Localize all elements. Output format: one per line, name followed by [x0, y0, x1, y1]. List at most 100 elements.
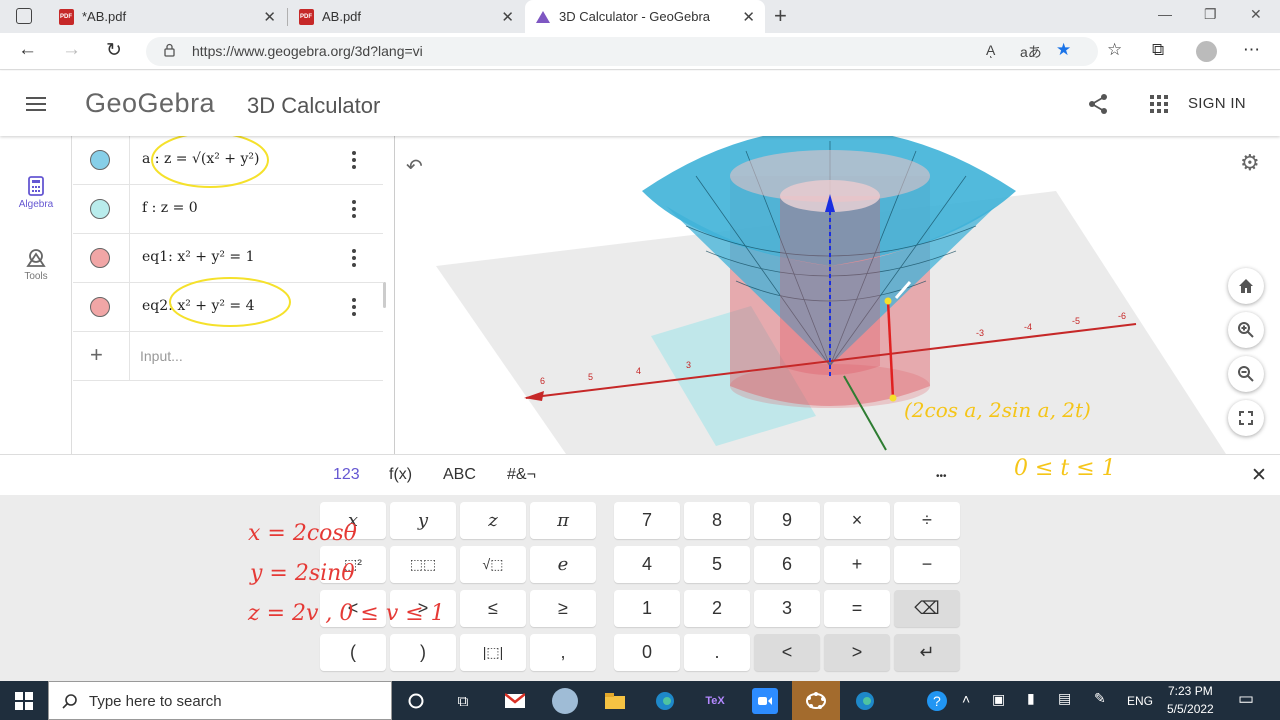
profile-avatar[interactable] [1196, 41, 1217, 62]
gmail-icon[interactable] [502, 688, 528, 714]
close-icon[interactable]: ✕ [501, 8, 514, 26]
notifications-icon[interactable]: ▭ [1238, 689, 1254, 709]
add-icon[interactable]: + [90, 342, 103, 368]
tab-symbols[interactable]: #&¬ [507, 466, 536, 484]
key-power[interactable]: ⬚⬚ [390, 546, 456, 583]
zoom-in-button[interactable] [1228, 312, 1264, 348]
3d-scene[interactable]: 6 5 4 3 -3 -4 -5 -6 [396, 136, 1280, 454]
windows-start-icon[interactable] [15, 692, 33, 710]
tab-123[interactable]: 123 [333, 466, 360, 484]
battery-icon[interactable]: ▮ [1027, 690, 1035, 707]
tab-abc[interactable]: ABC [443, 466, 476, 484]
url-field[interactable]: https://www.geogebra.org/3d?lang=vi Aͅ a… [146, 37, 1098, 66]
close-icon[interactable]: ✕ [742, 8, 755, 26]
favorite-star-icon[interactable]: ★ [1056, 40, 1071, 60]
key-2[interactable]: 2 [684, 590, 750, 627]
algebra-input-row[interactable]: + Input... [73, 332, 383, 381]
key-open-paren[interactable]: ( [320, 634, 386, 671]
key-abs[interactable]: |⬚| [460, 634, 526, 671]
language-indicator[interactable]: ENG [1127, 694, 1153, 708]
expression[interactable]: eq2: x² + y² = 4 [142, 298, 255, 314]
zoom-out-button[interactable] [1228, 356, 1264, 392]
more-icon[interactable]: ⋯ [1243, 40, 1260, 60]
key-8[interactable]: 8 [684, 502, 750, 539]
sidebar-item-tools[interactable]: Tools [0, 248, 72, 282]
key-z[interactable]: z [460, 502, 526, 539]
read-aloud-icon[interactable]: Aͅ [986, 42, 995, 58]
undo-icon[interactable]: ↶ [406, 154, 423, 179]
restore-icon[interactable]: ❐ [1204, 6, 1217, 23]
key-3[interactable]: 3 [754, 590, 820, 627]
key-decimal[interactable]: . [684, 634, 750, 671]
refresh-icon[interactable]: ↻ [106, 39, 122, 62]
key-e[interactable]: e [530, 546, 596, 583]
key-greater-equal[interactable]: ≥ [530, 590, 596, 627]
row-menu-icon[interactable] [352, 151, 356, 169]
pen-icon[interactable]: ✎ [1094, 690, 1106, 707]
forward-icon[interactable]: → [62, 39, 81, 61]
share-icon[interactable] [1087, 93, 1109, 115]
tex-icon[interactable]: TeX [702, 688, 728, 714]
visibility-toggle[interactable] [90, 150, 110, 170]
graphics-3d-view[interactable]: 6 5 4 3 -3 -4 -5 -6 ↶ ⚙ (2cos a, 2sin a,… [396, 136, 1280, 454]
key-4[interactable]: 4 [614, 546, 680, 583]
key-close-paren[interactable]: ) [390, 634, 456, 671]
more-keys-button[interactable]: ••• [936, 471, 947, 482]
settings-gear-icon[interactable]: ⚙ [1240, 150, 1260, 176]
close-keyboard-button[interactable]: ✕ [1251, 464, 1267, 487]
sidebar-item-algebra[interactable]: Algebra [0, 176, 72, 210]
tray-expand-icon[interactable]: ˄ [962, 691, 970, 707]
tab-geogebra[interactable]: 3D Calculator - GeoGebra ✕ [525, 0, 765, 33]
key-less-equal[interactable]: ≤ [460, 590, 526, 627]
sign-in-button[interactable]: SIGN IN [1188, 95, 1246, 112]
apps-grid-icon[interactable] [1150, 95, 1168, 113]
geogebra-taskbar-icon[interactable] [792, 681, 840, 720]
algebra-row-eq2[interactable]: eq2: x² + y² = 4 [73, 283, 383, 332]
expression[interactable]: eq1: x² + y² = 1 [142, 249, 255, 265]
tab-ab-pdf[interactable]: PDF AB.pdf ✕ [288, 0, 524, 33]
key-5[interactable]: 5 [684, 546, 750, 583]
fullscreen-button[interactable] [1228, 400, 1264, 436]
key-9[interactable]: 9 [754, 502, 820, 539]
taskbar-search[interactable]: Type here to search [48, 681, 392, 720]
clock-date[interactable]: 5/5/2022 [1167, 702, 1214, 716]
key-y[interactable]: y [390, 502, 456, 539]
input-field[interactable]: Input... [140, 348, 183, 364]
close-icon[interactable]: ✕ [263, 8, 276, 26]
tab-actions-icon[interactable] [16, 8, 32, 24]
favorites-icon[interactable]: ☆ [1107, 40, 1122, 60]
task-view-icon[interactable]: ⧉ [450, 688, 476, 714]
key-plus[interactable]: + [824, 546, 890, 583]
menu-icon[interactable] [26, 97, 46, 111]
key-comma[interactable]: , [530, 634, 596, 671]
algebra-row-eq1[interactable]: eq1: x² + y² = 1 [73, 234, 383, 283]
network-icon[interactable]: ▤ [1058, 690, 1071, 707]
visibility-toggle[interactable] [90, 248, 110, 268]
algebra-row-f[interactable]: f : z = 0 [73, 185, 383, 234]
collections-icon[interactable]: ⧉ [1152, 40, 1164, 60]
home-button[interactable] [1228, 268, 1264, 304]
key-sqrt[interactable]: √⬚ [460, 546, 526, 583]
visibility-toggle[interactable] [90, 297, 110, 317]
expression[interactable]: a : z = √(x² + y²) [142, 151, 259, 167]
back-icon[interactable]: ← [18, 39, 37, 61]
key-minus[interactable]: − [894, 546, 960, 583]
geogebra-logo[interactable]: GeoGebra [85, 88, 215, 119]
zoom-app-icon[interactable] [752, 688, 778, 714]
key-7[interactable]: 7 [614, 502, 680, 539]
close-window-icon[interactable]: ✕ [1250, 6, 1262, 23]
paint-icon[interactable] [552, 688, 578, 714]
cortana-icon[interactable] [403, 688, 429, 714]
help-icon[interactable]: ? [924, 688, 950, 714]
key-divide[interactable]: ÷ [894, 502, 960, 539]
edge-icon[interactable] [652, 688, 678, 714]
file-explorer-icon[interactable] [602, 688, 628, 714]
algebra-scrollbar[interactable] [383, 282, 386, 308]
minimize-icon[interactable]: — [1158, 6, 1172, 22]
key-6[interactable]: 6 [754, 546, 820, 583]
tab-functions[interactable]: f(x) [389, 466, 412, 484]
key-pi[interactable]: π [530, 502, 596, 539]
tab-ab-pdf-edited[interactable]: PDF *AB.pdf ✕ [48, 0, 286, 33]
key-cursor-right[interactable]: > [824, 634, 890, 671]
row-menu-icon[interactable] [352, 200, 356, 218]
